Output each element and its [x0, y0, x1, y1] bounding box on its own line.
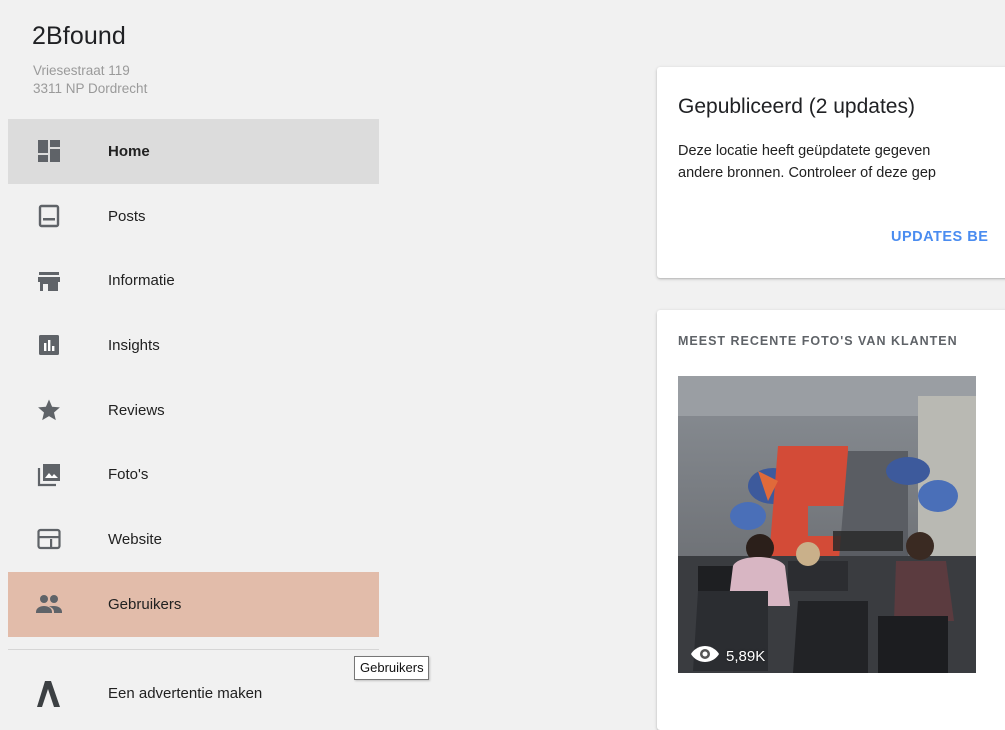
photo-views-count: 5,89K: [726, 648, 766, 665]
sidebar-item-label: Insights: [108, 336, 160, 354]
sidebar-item-website[interactable]: Website: [8, 507, 379, 572]
sidebar-item-label: Gebruikers: [108, 595, 182, 613]
sidebar-item-reviews[interactable]: Reviews: [8, 378, 379, 443]
business-name: 2Bfound: [32, 22, 126, 50]
sidebar-divider: [8, 649, 379, 650]
address-city: 3311 NP Dordrecht: [33, 81, 148, 96]
sidebar-item-label: Reviews: [108, 401, 165, 419]
star-icon: [36, 397, 62, 423]
storefront-icon: [36, 268, 62, 294]
sidebar: 2Bfound Vriesestraat 119 3311 NP Dordrec…: [0, 0, 429, 707]
dashboard-icon: [36, 138, 62, 164]
customer-photos-heading: MEEST RECENTE FOTO'S VAN KLANTEN: [678, 334, 958, 348]
sidebar-nav: Home Posts Informatie Insights Reviews F…: [8, 119, 379, 637]
customer-photo[interactable]: 5,89K: [678, 376, 976, 673]
photo-views: 5,89K: [690, 644, 765, 669]
published-description: Deze locatie heeft geüpdatete gegeven an…: [678, 140, 1005, 184]
sidebar-item-create-ad[interactable]: Een advertentie maken: [8, 663, 379, 723]
sidebar-item-home[interactable]: Home: [8, 119, 379, 184]
sidebar-item-label: Een advertentie maken: [108, 685, 263, 702]
published-title: Gepubliceerd (2 updates): [678, 95, 915, 118]
sidebar-item-insights[interactable]: Insights: [8, 313, 379, 378]
sidebar-item-label: Home: [108, 142, 150, 160]
published-card: Gepubliceerd (2 updates) Deze locatie he…: [657, 67, 1005, 278]
insights-icon: [36, 332, 62, 358]
sidebar-item-posts[interactable]: Posts: [8, 184, 379, 249]
tooltip: Gebruikers: [354, 656, 429, 680]
google-ads-icon: [36, 679, 62, 709]
sidebar-item-informatie[interactable]: Informatie: [8, 248, 379, 313]
sidebar-item-label: Posts: [108, 207, 146, 225]
sidebar-item-fotos[interactable]: Foto's: [8, 442, 379, 507]
sidebar-item-label: Website: [108, 530, 162, 548]
updates-button[interactable]: UPDATES BE: [891, 229, 988, 245]
description-line: andere bronnen. Controleer of deze gep: [678, 165, 936, 181]
posts-icon: [36, 203, 62, 229]
customer-photos-card: MEEST RECENTE FOTO'S VAN KLANTEN 5,89K: [657, 310, 1005, 730]
office-photo-image: [678, 376, 976, 673]
website-icon: [36, 526, 62, 552]
eye-icon: [690, 644, 720, 669]
sidebar-item-label: Foto's: [108, 466, 149, 484]
address-street: Vriesestraat 119: [33, 63, 130, 78]
sidebar-item-label: Informatie: [108, 272, 175, 290]
description-line: Deze locatie heeft geüpdatete gegeven: [678, 143, 931, 159]
users-icon: [36, 591, 62, 617]
photos-icon: [36, 462, 62, 488]
sidebar-item-gebruikers[interactable]: Gebruikers: [8, 571, 379, 637]
